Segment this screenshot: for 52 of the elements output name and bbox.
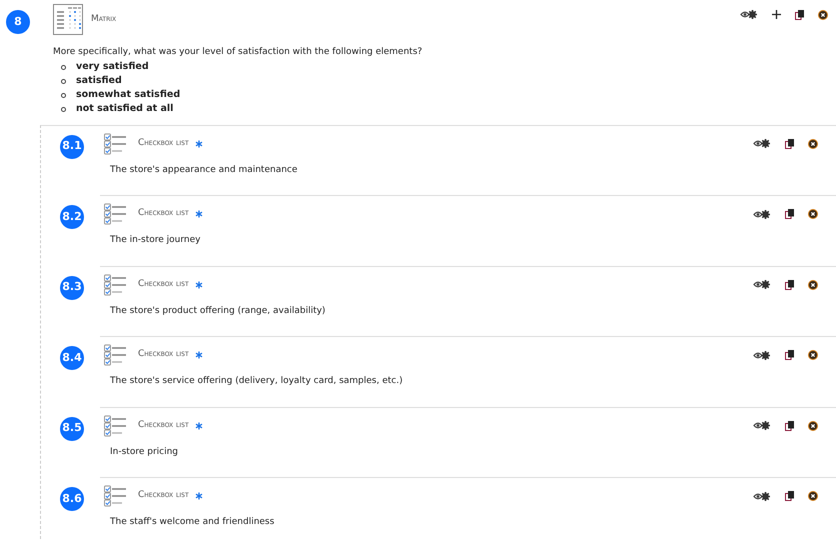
subquestion-number-badge: 8.1 (60, 134, 84, 158)
bullet-icon (61, 107, 66, 112)
question-type: Checkbox list (138, 278, 189, 291)
question-number-badge: 8 (6, 10, 30, 34)
question-type: Checkbox list (138, 136, 189, 150)
delete-icon[interactable] (808, 350, 818, 360)
copy-icon[interactable] (785, 138, 794, 148)
bullet-icon (61, 79, 66, 84)
question-type: Checkbox list (138, 418, 189, 432)
copy-icon[interactable] (785, 491, 794, 501)
subquestion-text: The store's service offering (delivery, loyalty card, samples, etc.) (110, 375, 404, 388)
question-type: Checkbox list (138, 489, 189, 502)
delete-icon[interactable] (808, 491, 818, 501)
answer-option: somewhat satisfied (76, 88, 180, 103)
bullet-icon (61, 65, 66, 70)
answer-option: not satisfied at all (76, 102, 174, 117)
visibility-settings-icon[interactable] (740, 9, 758, 20)
subquestion-text: The staff's welcome and friendliness (110, 516, 276, 529)
subquestion-number-badge: 8.4 (60, 346, 84, 370)
copy-icon[interactable] (785, 209, 794, 219)
visibility-settings-icon[interactable] (753, 138, 771, 149)
subquestion-number-badge: 8.5 (60, 416, 84, 440)
bullet-icon (61, 93, 66, 98)
answer-option: satisfied (76, 74, 122, 89)
copy-icon[interactable] (785, 420, 794, 430)
visibility-settings-icon[interactable] (753, 420, 771, 431)
subquestion-number-badge: 8.2 (60, 205, 84, 229)
question-text: More specifically, what was your level of satisfaction with the following elements? (53, 46, 424, 59)
delete-icon[interactable] (808, 420, 818, 430)
question-type: Checkbox list (138, 207, 189, 220)
subquestion-number-badge: 8.3 (60, 276, 84, 300)
delete-icon[interactable] (818, 10, 828, 20)
delete-icon[interactable] (808, 138, 818, 148)
subquestion-text: The in-store journey (110, 234, 202, 247)
visibility-settings-icon[interactable] (753, 490, 771, 502)
answer-option: very satisfied (76, 60, 149, 75)
visibility-settings-icon[interactable] (753, 279, 771, 290)
visibility-settings-icon[interactable] (753, 350, 771, 360)
subquestion-text: The store's product offering (range, availability) (110, 304, 326, 318)
add-icon[interactable] (772, 10, 781, 19)
subquestion-text: In-store pricing (110, 446, 180, 458)
matrix-icon (53, 4, 83, 35)
subquestion-number-badge: 8.6 (60, 487, 84, 511)
copy-icon[interactable] (785, 280, 794, 290)
question-type: Checkbox list (138, 348, 189, 362)
copy-icon[interactable] (795, 10, 804, 20)
visibility-settings-icon[interactable] (753, 208, 771, 220)
copy-icon[interactable] (785, 350, 794, 360)
delete-icon[interactable] (808, 209, 818, 219)
delete-icon[interactable] (808, 280, 818, 290)
question-type: Matrix (91, 12, 116, 26)
subquestion-text: The store's appearance and maintenance (110, 164, 298, 176)
